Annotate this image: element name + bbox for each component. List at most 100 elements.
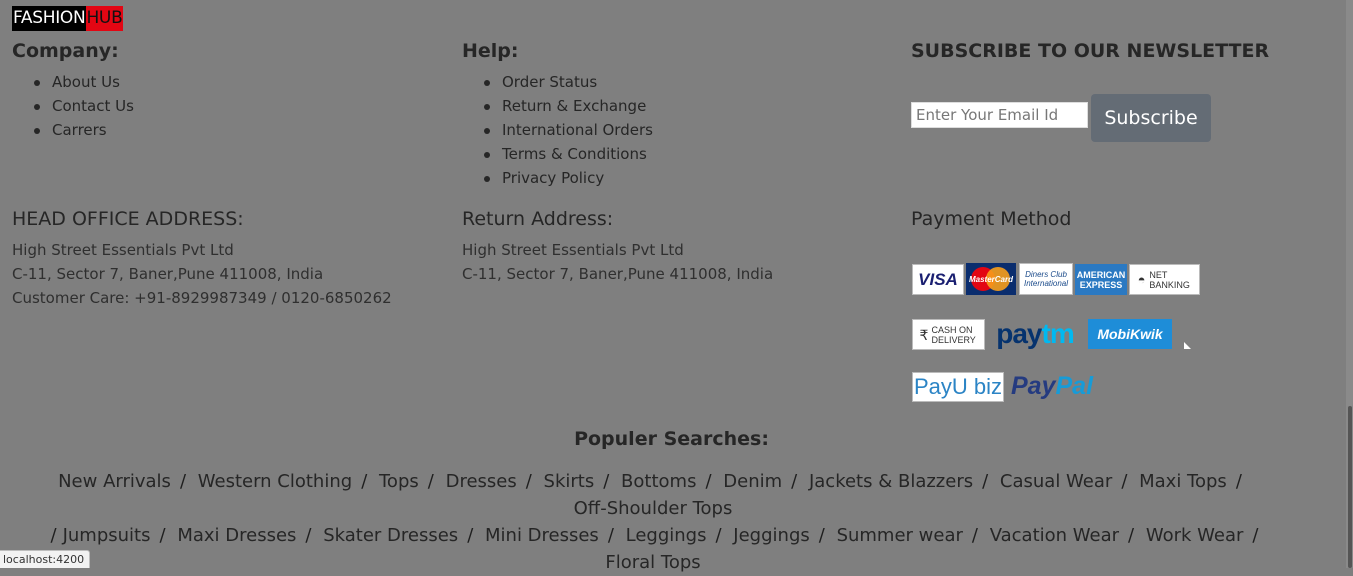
search-skater-dresses[interactable]: Skater Dresses (323, 525, 458, 546)
search-link[interactable]: Off-Shoulder Tops (574, 498, 733, 519)
return-exchange-link[interactable]: Return & Exchange (502, 97, 646, 115)
separator: / (1235, 471, 1242, 492)
link-international-orders[interactable]: International Orders (462, 118, 653, 142)
paytm-logo: pay tm (993, 318, 1077, 350)
search-link[interactable]: Jeggings / (733, 525, 831, 546)
cod-logo: ₹ CASH ON DELIVERY (912, 319, 985, 350)
paypal-part-1: Pay (1011, 371, 1056, 400)
separator: / (361, 471, 368, 492)
search-jeggings[interactable]: Jeggings (733, 525, 809, 546)
search-link[interactable]: Dresses / (446, 471, 538, 492)
separator: / (1128, 525, 1135, 546)
link-privacy[interactable]: Privacy Policy (462, 166, 653, 190)
separator: / (467, 525, 474, 546)
cod-text: CASH ON DELIVERY (931, 324, 976, 345)
search-jackets-blazzers[interactable]: Jackets & Blazzers (809, 471, 973, 492)
rupee-icon: ₹ (919, 326, 929, 343)
search-link[interactable]: Denim / (723, 471, 803, 492)
international-orders-link[interactable]: International Orders (502, 121, 653, 139)
separator: / (305, 525, 312, 546)
status-bar-url: localhost:4200 (0, 550, 91, 568)
net-banking-logo: ◓ NET BANKING (1129, 264, 1200, 295)
paytm-part-1: pay (996, 318, 1042, 349)
search-link[interactable]: Mini Dresses / (485, 525, 620, 546)
search-link[interactable]: / Jumpsuits / (42, 525, 172, 546)
separator: / (525, 471, 532, 492)
paypal-logo: Pay Pal (1011, 370, 1111, 402)
diners-club-logo: Diners Club International (1019, 263, 1073, 295)
search-link[interactable]: New Arrivals / (58, 471, 192, 492)
payu-logo: PayU biz (912, 372, 1004, 402)
search-link[interactable]: Skater Dresses / (323, 525, 479, 546)
search-link[interactable]: Jackets & Blazzers / (809, 471, 994, 492)
popular-searches-title: Populer Searches: (574, 428, 769, 450)
link-about-us[interactable]: About Us (12, 70, 134, 94)
search-work-wear[interactable]: Work Wear (1146, 525, 1244, 546)
search-link[interactable]: Tops / (379, 471, 440, 492)
head-office-section: HEAD OFFICE ADDRESS: High Street Essenti… (12, 207, 392, 310)
subscribe-button[interactable]: Subscribe (1091, 94, 1211, 142)
return-address-title: Return Address: (462, 208, 614, 230)
payu-part-2: biz (973, 374, 1003, 399)
search-link[interactable]: Vacation Wear / (990, 525, 1140, 546)
return-address-section: Return Address: High Street Essentials P… (462, 207, 773, 286)
head-office-address: High Street Essentials Pvt Ltd C-11, Sec… (12, 238, 392, 310)
mastercard-text: MasterCard (968, 274, 1013, 284)
search-vacation-wear[interactable]: Vacation Wear (990, 525, 1119, 546)
search-casual-wear[interactable]: Casual Wear (1000, 471, 1112, 492)
amex-logo: AMERICAN EXPRESS (1075, 264, 1127, 295)
link-terms[interactable]: Terms & Conditions (462, 142, 653, 166)
search-bottoms[interactable]: Bottoms (621, 471, 696, 492)
head-office-line-1: High Street Essentials Pvt Ltd (12, 241, 234, 259)
company-links: About Us Contact Us Carrers (12, 70, 134, 142)
search-link[interactable]: Leggings / (626, 525, 728, 546)
search-link[interactable]: Maxi Tops / (1139, 471, 1248, 492)
contact-us-link[interactable]: Contact Us (52, 97, 134, 115)
net-banking-text: NET BANKING (1149, 269, 1190, 290)
scrollbar[interactable] (1346, 0, 1353, 568)
search-skirts[interactable]: Skirts (544, 471, 595, 492)
return-line-2: C-11, Sector 7, Baner,Pune 411008, India (462, 265, 774, 283)
head-office-title: HEAD OFFICE ADDRESS: (12, 208, 244, 230)
search-denim[interactable]: Denim (723, 471, 782, 492)
search-link[interactable]: Summer wear / (837, 525, 984, 546)
search-link[interactable]: Skirts / (544, 471, 616, 492)
search-western-clothing[interactable]: Western Clothing (198, 471, 352, 492)
order-status-link[interactable]: Order Status (502, 73, 597, 91)
scrollbar-thumb[interactable] (1348, 406, 1352, 568)
about-us-link[interactable]: About Us (52, 73, 120, 91)
paytm-part-2: tm (1041, 318, 1075, 349)
search-link[interactable]: Maxi Dresses / (177, 525, 317, 546)
search-maxi-dresses[interactable]: Maxi Dresses (177, 525, 296, 546)
search-link[interactable]: Casual Wear / (1000, 471, 1133, 492)
privacy-link[interactable]: Privacy Policy (502, 169, 604, 187)
careers-link[interactable]: Carrers (52, 121, 107, 139)
search-floral-tops[interactable]: Floral Tops (605, 552, 700, 573)
separator: / (791, 471, 798, 492)
link-return-exchange[interactable]: Return & Exchange (462, 94, 653, 118)
search-new-arrivals[interactable]: New Arrivals (58, 471, 171, 492)
search-summer-wear[interactable]: Summer wear (837, 525, 963, 546)
search-leggings[interactable]: Leggings (626, 525, 707, 546)
email-input[interactable] (911, 102, 1088, 128)
head-office-line-3: Customer Care: +91-8929987349 / 0120-685… (12, 289, 392, 307)
search-jumpsuits[interactable]: Jumpsuits (63, 525, 151, 546)
search-tops[interactable]: Tops (379, 471, 419, 492)
search-link[interactable]: Bottoms / (621, 471, 717, 492)
help-title: Help: (462, 40, 519, 62)
search-link[interactable]: Work Wear / (1146, 525, 1265, 546)
search-dresses[interactable]: Dresses (446, 471, 517, 492)
search-link[interactable]: Floral Tops (605, 552, 700, 573)
brand-logo[interactable]: FASHION HUB (12, 6, 124, 31)
terms-link[interactable]: Terms & Conditions (502, 145, 647, 163)
search-link[interactable]: Western Clothing / (198, 471, 374, 492)
link-order-status[interactable]: Order Status (462, 70, 653, 94)
search-maxi-tops[interactable]: Maxi Tops (1139, 471, 1227, 492)
link-contact-us[interactable]: Contact Us (12, 94, 134, 118)
link-careers[interactable]: Carrers (12, 118, 134, 142)
search-off-shoulder-tops[interactable]: Off-Shoulder Tops (574, 498, 733, 519)
separator: / (607, 525, 614, 546)
separator: / (982, 471, 989, 492)
paypal-part-2: Pal (1055, 371, 1094, 400)
search-mini-dresses[interactable]: Mini Dresses (485, 525, 599, 546)
